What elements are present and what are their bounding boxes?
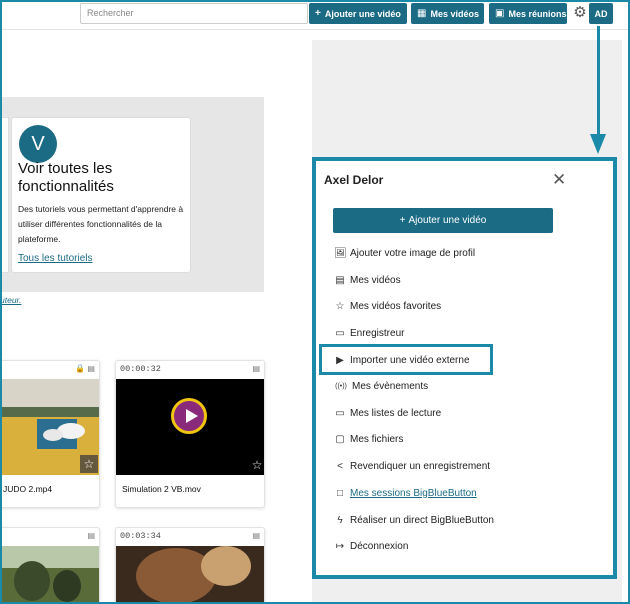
user-menu-panel: Axel Delor ✕ + Ajouter une vidéo 🖼 Ajout…: [312, 157, 617, 579]
logout-icon: ↦: [335, 540, 345, 552]
film-icon: ▤: [335, 274, 345, 286]
tutorial-title: Voir toutes les fonctionnalités: [18, 160, 114, 195]
menu-item-label: Ajouter votre image de profil: [350, 247, 476, 259]
panel-add-video-label: Ajouter une vidéo: [408, 215, 487, 226]
playlist-icon: ▭: [335, 407, 345, 419]
folder-icon: ▢: [335, 433, 345, 445]
video-card[interactable]: ▤: [0, 527, 100, 604]
highlight-box: [319, 344, 493, 375]
close-icon[interactable]: ✕: [552, 171, 566, 189]
meeting-icon: ▣: [495, 8, 505, 19]
plus-icon: +: [399, 215, 406, 226]
menu-item-label: Mes vidéos favorites: [350, 300, 442, 312]
menu-item-label: Mes sessions BigBlueButton: [350, 487, 477, 499]
menu-item-profile-image[interactable]: 🖼 Ajouter votre image de profil: [334, 244, 475, 262]
share-icon: <: [337, 460, 343, 472]
favorite-star-icon[interactable]: ☆: [80, 455, 98, 473]
film-icon: ▤: [252, 364, 260, 373]
plus-icon: +: [315, 8, 321, 19]
film-icon: ▤: [87, 531, 95, 540]
panel-add-video-button[interactable]: + Ajouter une vidéo: [333, 208, 553, 233]
previous-card-edge: [0, 117, 9, 273]
tutorial-avatar: V: [19, 125, 57, 163]
menu-item-logout[interactable]: ↦ Déconnexion: [334, 537, 409, 555]
video-thumbnail: [116, 546, 264, 604]
truncated-link[interactable]: uteur.: [0, 295, 21, 305]
menu-item-events[interactable]: ((•)) Mes évènements: [334, 377, 428, 395]
menu-item-bbb-sessions[interactable]: □ Mes sessions BigBlueButton: [334, 484, 477, 502]
image-icon: 🖼: [334, 247, 347, 259]
video-card[interactable]: 🔒 ▤ ☆ JUDO 2.mp4: [0, 360, 100, 508]
video-duration: 00:03:34: [120, 531, 161, 541]
my-meetings-button[interactable]: ▣ Mes réunions: [489, 3, 567, 24]
square-icon: □: [336, 487, 344, 499]
annotation-arrow-line: [597, 26, 600, 136]
user-name: Axel Delor: [324, 173, 384, 187]
my-meetings-label: Mes réunions: [508, 8, 567, 19]
star-icon: ☆: [335, 300, 345, 312]
top-bar: Rechercher + Ajouter une vidéo ▦ Mes vid…: [0, 0, 630, 30]
menu-item-playlists[interactable]: ▭ Mes listes de lecture: [334, 404, 441, 422]
search-input[interactable]: Rechercher: [80, 3, 308, 24]
tutorial-card: V Voir toutes les fonctionnalités Des tu…: [11, 117, 191, 273]
add-video-button[interactable]: + Ajouter une vidéo: [309, 3, 407, 24]
menu-item-recorder[interactable]: ▭ Enregistreur: [334, 324, 404, 342]
menu-item-label: Mes vidéos: [350, 274, 401, 286]
favorite-star-icon[interactable]: ☆: [248, 456, 266, 474]
annotation-arrow-head: [590, 134, 606, 154]
gear-icon[interactable]: ⚙: [571, 4, 589, 22]
video-thumbnail: [0, 546, 99, 604]
lock-film-icons: 🔒 ▤: [75, 364, 95, 373]
video-card[interactable]: 00:00:32 ▤ ☆ Simulation 2 VB.mov: [115, 360, 265, 508]
menu-item-label: Réaliser un direct BigBlueButton: [350, 514, 494, 526]
video-thumbnail: [116, 379, 264, 475]
video-title: Simulation 2 VB.mov: [122, 484, 201, 494]
menu-item-files[interactable]: ▢ Mes fichiers: [334, 430, 403, 448]
menu-item-bbb-live[interactable]: ϟ Réaliser un direct BigBlueButton: [334, 511, 494, 529]
add-video-label: Ajouter une vidéo: [324, 8, 401, 19]
tutorial-description: Des tutoriels vous permettant d'apprendr…: [18, 204, 184, 244]
video-title: JUDO 2.mp4: [3, 484, 53, 494]
menu-item-label: Mes fichiers: [350, 433, 404, 445]
my-videos-label: Mes vidéos: [430, 8, 479, 19]
film-icon: ▤: [252, 531, 260, 540]
menu-item-label: Mes listes de lecture: [350, 407, 442, 419]
film-icon: ▦: [417, 8, 427, 19]
video-duration: 00:00:32: [120, 364, 161, 374]
play-icon[interactable]: [171, 398, 207, 434]
menu-item-claim-recording[interactable]: < Revendiquer un enregistrement: [334, 457, 490, 475]
camera-icon: ▭: [335, 327, 345, 339]
lightning-icon: ϟ: [337, 514, 343, 526]
menu-item-label: Enregistreur: [350, 327, 405, 339]
menu-item-label: Revendiquer un enregistrement: [350, 460, 491, 472]
all-tutorials-link[interactable]: Tous les tutoriels: [18, 253, 92, 264]
menu-item-favorites[interactable]: ☆ Mes vidéos favorites: [334, 297, 442, 315]
menu-item-my-videos[interactable]: ▤ Mes vidéos: [334, 271, 401, 289]
user-avatar-button[interactable]: AD: [589, 3, 613, 24]
broadcast-icon: ((•)): [335, 382, 347, 390]
menu-item-label: Déconnexion: [350, 540, 409, 552]
my-videos-button[interactable]: ▦ Mes vidéos: [411, 3, 484, 24]
menu-item-label: Mes évènements: [352, 380, 429, 392]
video-card[interactable]: 00:03:34 ▤: [115, 527, 265, 604]
